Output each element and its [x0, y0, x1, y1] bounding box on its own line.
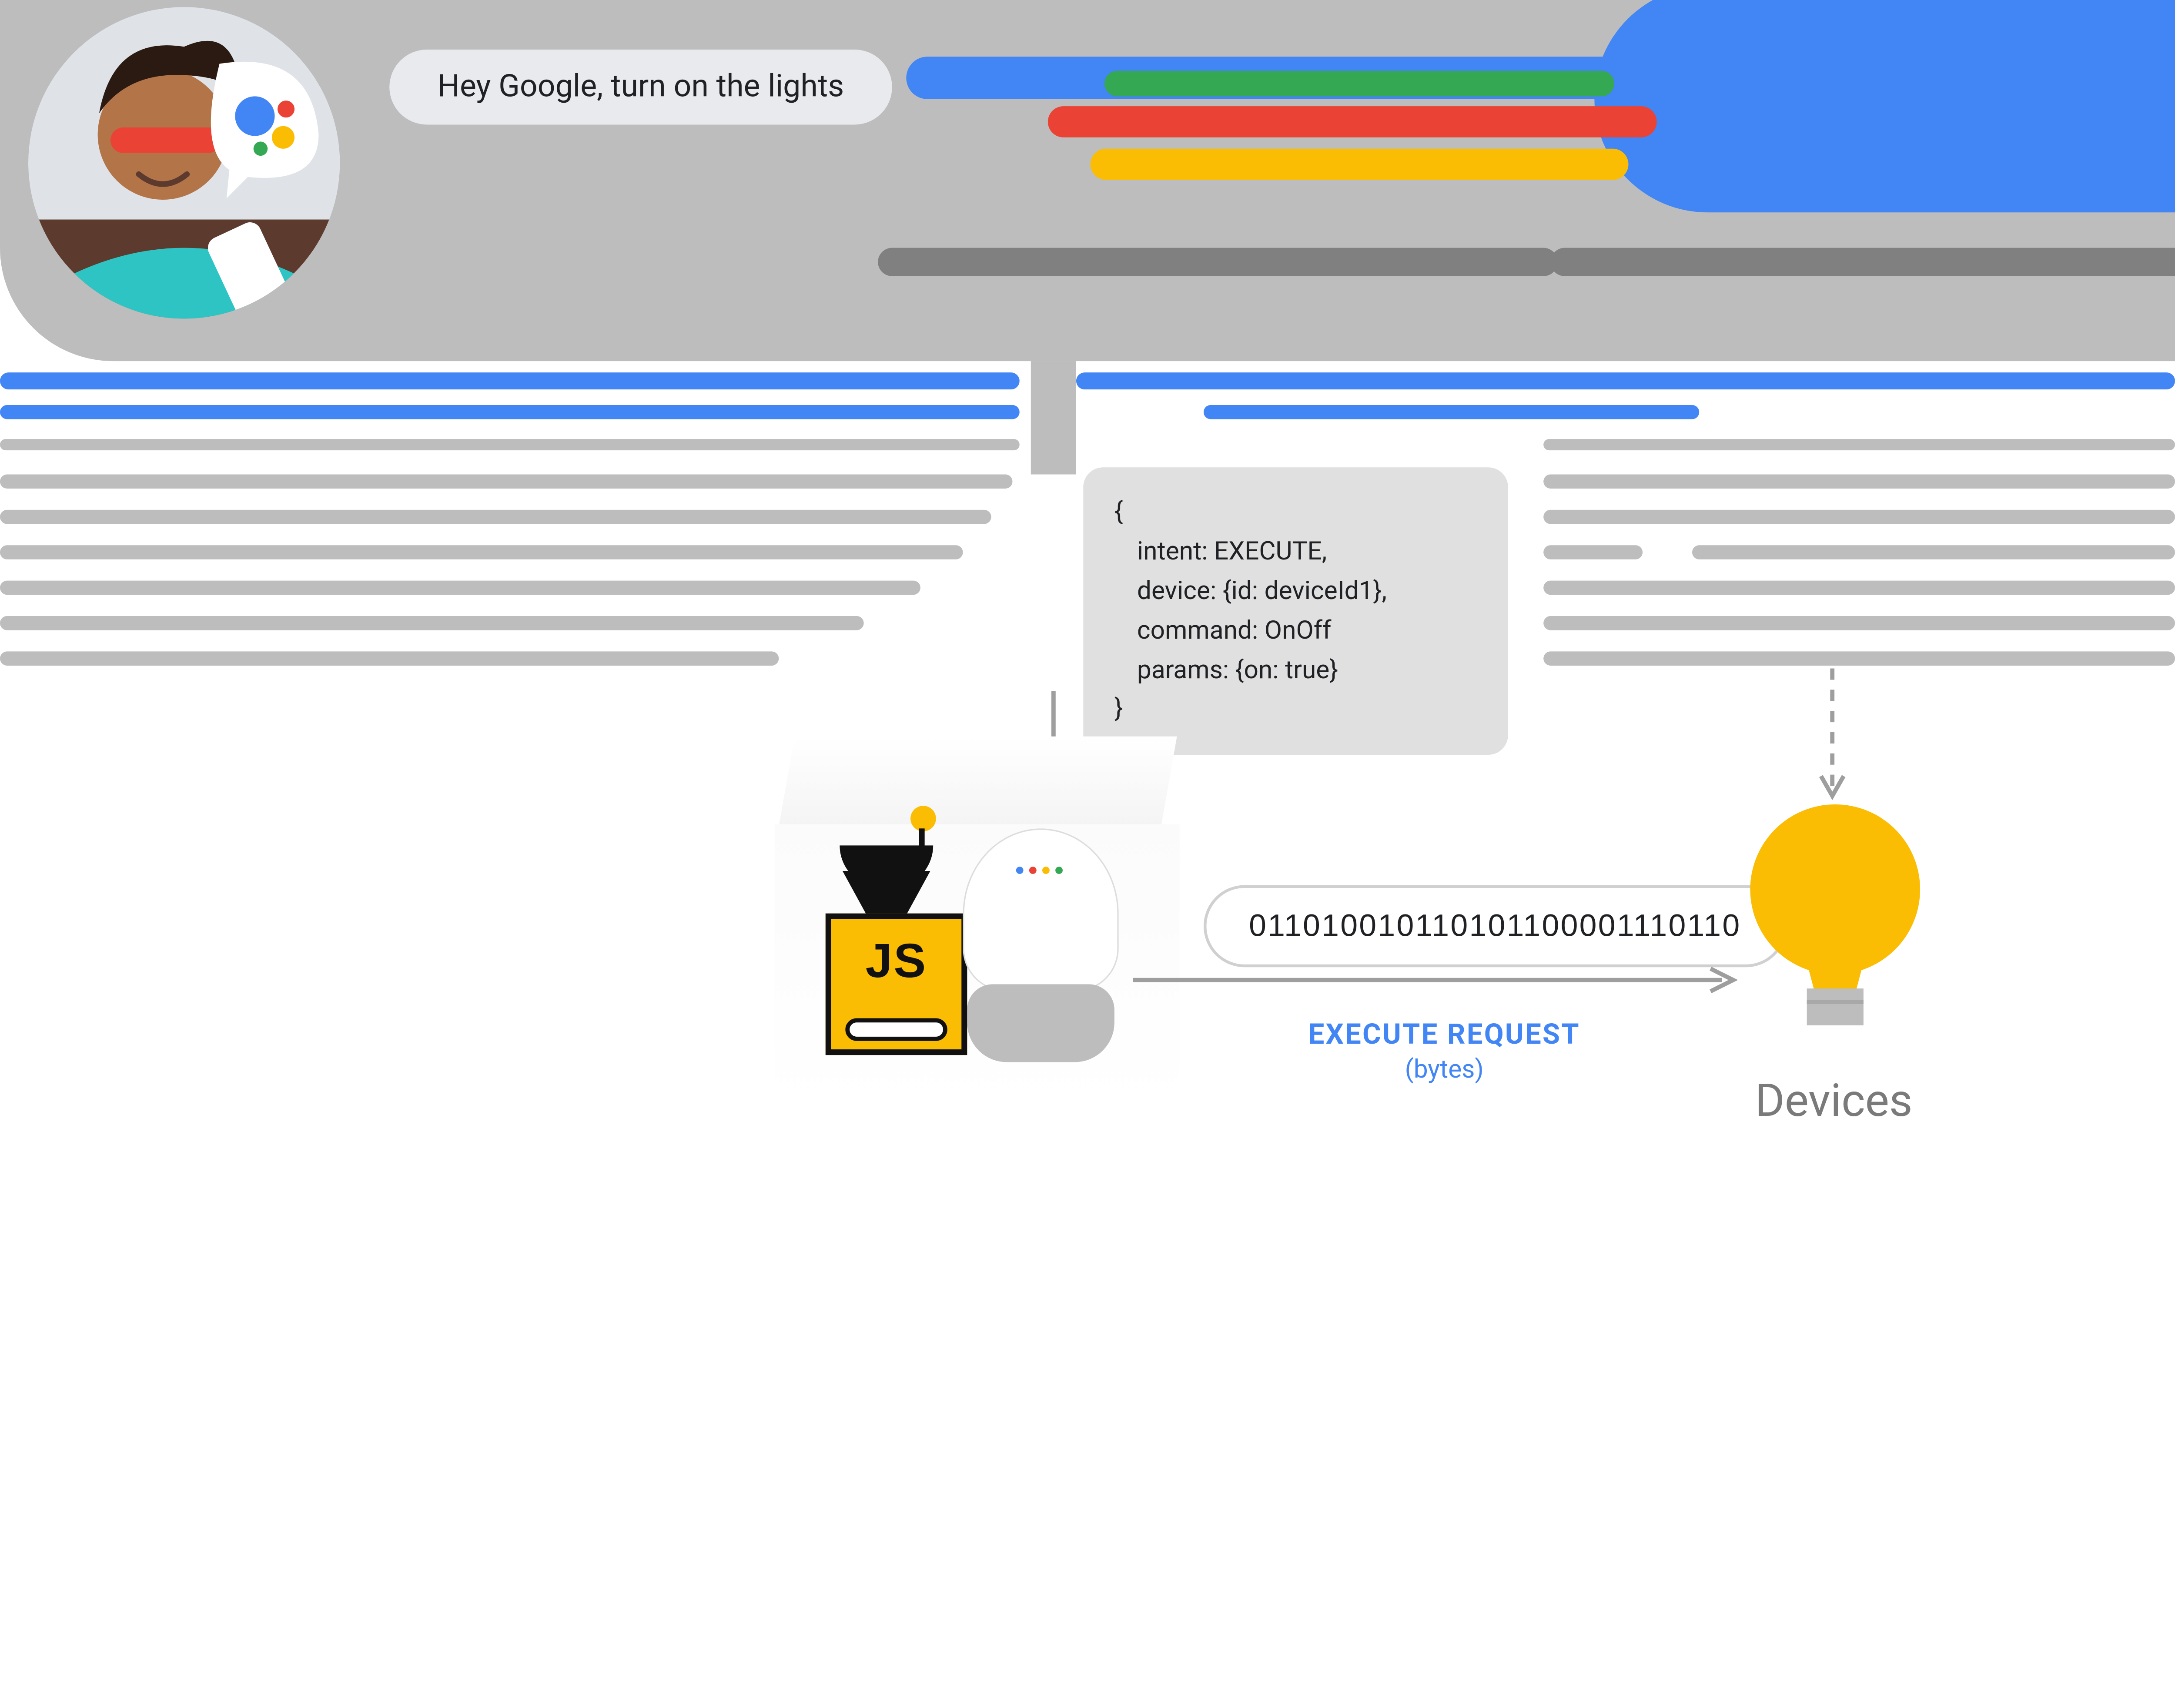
decor-stripe: [1543, 545, 1643, 559]
google-home-device-icon: ●●●●: [963, 828, 1119, 1069]
decor-bar: [1091, 149, 1629, 180]
user-avatar: [28, 7, 340, 318]
decor-bar: [1104, 71, 1614, 97]
decor-stripe: [0, 439, 1020, 450]
decor-stripe: [1543, 474, 2175, 489]
payload-line: {: [1114, 493, 1477, 532]
local-sdk-js-icon: JS: [826, 871, 967, 1055]
decor-stripe: [0, 651, 779, 666]
decor-stripe: [0, 616, 864, 630]
js-label: JS: [826, 934, 967, 990]
payload-line: params: {on: true}: [1114, 651, 1477, 690]
decor-stripe: [0, 372, 1020, 389]
decor-stripe: [0, 510, 991, 524]
intent-payload-box: { intent: EXECUTE, device: {id: deviceId…: [1083, 467, 1508, 755]
decor-bar: [1550, 248, 2175, 276]
arrow-right-icon: [1133, 969, 1742, 997]
decor-stripe: [0, 474, 1012, 489]
decor-stripe: [1076, 372, 2175, 389]
lightbulb-device-icon: [1750, 804, 1920, 1045]
decor-stripe: [0, 581, 920, 595]
devices-label: Devices: [1685, 1073, 1983, 1127]
decor-stripe: [0, 405, 1020, 419]
payload-line: device: {id: deviceId1},: [1114, 572, 1477, 611]
decor-stripe: [1543, 510, 2175, 524]
decor-bar: [878, 248, 1557, 276]
payload-line: }: [1114, 690, 1477, 730]
google-cloud-shape: [1594, 0, 2175, 212]
payload-line: command: OnOff: [1114, 611, 1477, 651]
payload-line: intent: EXECUTE,: [1114, 532, 1477, 572]
decor-stripe: [1204, 405, 1699, 419]
decor-stripe: [1692, 545, 2175, 559]
user-utterance-bubble: Hey Google, turn on the lights: [389, 50, 892, 125]
arrow-dashed-down-icon: [1821, 668, 1849, 810]
decor-stripe: [1543, 581, 2175, 595]
execute-request-label: EXECUTE REQUEST: [1175, 1017, 1713, 1051]
decor-stripe: [1543, 651, 2175, 666]
decor-stripe: [1543, 439, 2175, 450]
execute-request-sublabel: (bytes): [1175, 1055, 1713, 1085]
decor-stripe: [0, 545, 963, 559]
decor-bar: [1048, 106, 1657, 137]
payload-channel: [1031, 361, 1076, 474]
decor-stripe: [1543, 616, 2175, 630]
binary-stream-pill: 011010010110101100001110110: [1204, 885, 1787, 968]
